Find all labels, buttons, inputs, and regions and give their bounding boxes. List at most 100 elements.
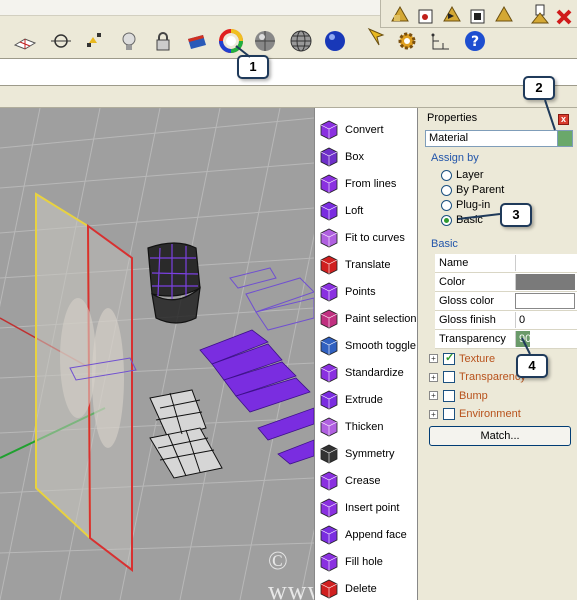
layer-icon-4[interactable]	[465, 2, 491, 28]
checkbox[interactable]	[443, 371, 455, 383]
thicken-icon	[317, 415, 341, 439]
property-key: Name	[439, 257, 469, 269]
dims-icon[interactable]	[428, 28, 454, 54]
tool-item[interactable]: Delete	[317, 575, 417, 600]
checkbox[interactable]	[443, 351, 455, 365]
insert-point-icon	[317, 496, 341, 520]
tool-item-label: Append face	[345, 528, 407, 541]
radio-button[interactable]	[441, 214, 452, 226]
tool-item[interactable]: Fill hole	[317, 548, 417, 575]
paint-selection-icon	[317, 307, 341, 331]
property-value[interactable]	[515, 255, 575, 271]
chevron-down-icon[interactable]	[557, 131, 572, 146]
tree-item[interactable]: + Texture	[429, 350, 495, 367]
svg-text:?: ?	[471, 34, 479, 50]
callout-1: 1	[237, 55, 269, 79]
layer-icon-6[interactable]	[527, 0, 553, 26]
grid-icon[interactable]	[12, 28, 38, 54]
checkbox[interactable]	[443, 408, 455, 420]
extrude-icon	[317, 388, 341, 412]
layer-icon-2[interactable]	[413, 2, 439, 28]
app-window: { "toolbar": { "top_icons": ["grid-icon"…	[0, 0, 577, 600]
property-value[interactable]: 0	[515, 312, 575, 328]
property-value[interactable]: 90	[515, 331, 575, 347]
tool-item[interactable]: Append face	[317, 521, 417, 548]
command-line[interactable]	[0, 58, 577, 86]
radio-button[interactable]	[441, 169, 452, 181]
tool-item[interactable]: Translate	[317, 251, 417, 278]
3d-viewport[interactable]: © www.season.ru	[0, 108, 314, 600]
radio-button[interactable]	[441, 199, 452, 211]
translate-icon	[317, 253, 341, 277]
tool-item[interactable]: Smooth toggle	[317, 332, 417, 359]
match-button[interactable]: Match...	[429, 426, 571, 446]
checkbox[interactable]	[443, 389, 455, 402]
tree-item[interactable]: + Transparency	[429, 369, 526, 386]
tool-item[interactable]: From lines	[317, 170, 417, 197]
properties-title: Properties	[427, 112, 478, 124]
lightbulb-icon[interactable]	[116, 28, 142, 54]
tool-item[interactable]: Insert point	[317, 494, 417, 521]
tool-item[interactable]: Thicken	[317, 413, 417, 440]
tool-item[interactable]: Crease	[317, 467, 417, 494]
layer-icon-1[interactable]	[387, 0, 413, 26]
tree-item[interactable]: + Bump	[429, 387, 488, 404]
tool-item[interactable]: Loft	[317, 197, 417, 224]
tool-item[interactable]: Box	[317, 143, 417, 170]
assign-by-label: Assign by	[431, 152, 479, 164]
tool-item[interactable]: Symmetry	[317, 440, 417, 467]
property-key: Gloss finish	[439, 314, 496, 326]
assign-radio[interactable]: Basic	[441, 213, 483, 227]
tool-item[interactable]: Extrude	[317, 386, 417, 413]
tool-item[interactable]: Paint selection	[317, 305, 417, 332]
property-key: Gloss color	[439, 295, 495, 307]
property-row: Gloss color	[435, 292, 577, 311]
tree-item[interactable]: + Environment	[429, 406, 521, 423]
property-value[interactable]	[515, 293, 575, 309]
gear-icon[interactable]	[394, 28, 420, 54]
layer-icon-3[interactable]	[439, 0, 465, 26]
assign-radio[interactable]: Layer	[441, 168, 484, 182]
cursor-icon[interactable]	[364, 24, 390, 50]
callout-4: 4	[516, 354, 548, 378]
property-key: Color	[439, 276, 466, 288]
watermark: © www.season.ru	[268, 546, 314, 600]
sphere-wire-icon[interactable]	[288, 28, 314, 54]
tool-item[interactable]: Fit to curves	[317, 224, 417, 251]
from-lines-icon	[317, 172, 341, 196]
tool-item-label: Crease	[345, 474, 381, 487]
lock-icon[interactable]	[150, 28, 176, 54]
expand-icon[interactable]: +	[429, 372, 438, 382]
layer-icon-5[interactable]	[491, 0, 517, 26]
points-icon[interactable]	[82, 28, 108, 54]
sphere-shaded-icon[interactable]	[252, 28, 278, 54]
help-icon[interactable]: ?	[462, 28, 488, 54]
sphere-blue-icon[interactable]	[322, 28, 348, 54]
tool-item-label: Standardize	[345, 366, 404, 379]
property-row: Gloss finish 0	[435, 311, 577, 330]
expand-icon[interactable]: +	[429, 354, 438, 363]
material-select[interactable]: Material	[425, 130, 573, 147]
tool-item-label: Insert point	[345, 501, 400, 514]
tool-item-label: Paint selection	[345, 312, 417, 325]
expand-icon[interactable]: +	[429, 391, 438, 400]
property-row: Color	[435, 273, 577, 292]
tool-item[interactable]: Points	[317, 278, 417, 305]
assign-radio[interactable]: Plug-in	[441, 198, 490, 212]
radio-label: Basic	[456, 214, 483, 226]
tool-list: Convert Box From lines Loft Fit to curves Tra…	[314, 108, 418, 600]
property-value[interactable]	[515, 274, 575, 290]
properties-panel: Properties x Material Assign by Layer By …	[419, 108, 577, 600]
tool-item[interactable]: Standardize	[317, 359, 417, 386]
material-icon[interactable]	[184, 28, 210, 54]
color-wheel-icon[interactable]	[218, 28, 244, 54]
box-icon	[317, 145, 341, 169]
delete-layer-icon[interactable]	[551, 4, 577, 30]
radio-button[interactable]	[441, 184, 452, 196]
standardize-icon	[317, 361, 341, 385]
tool-item[interactable]: Convert	[317, 116, 417, 143]
close-icon[interactable]: x	[558, 114, 569, 125]
expand-icon[interactable]: +	[429, 409, 438, 419]
snap-icon[interactable]	[48, 28, 74, 54]
assign-radio[interactable]: By Parent	[441, 183, 504, 197]
